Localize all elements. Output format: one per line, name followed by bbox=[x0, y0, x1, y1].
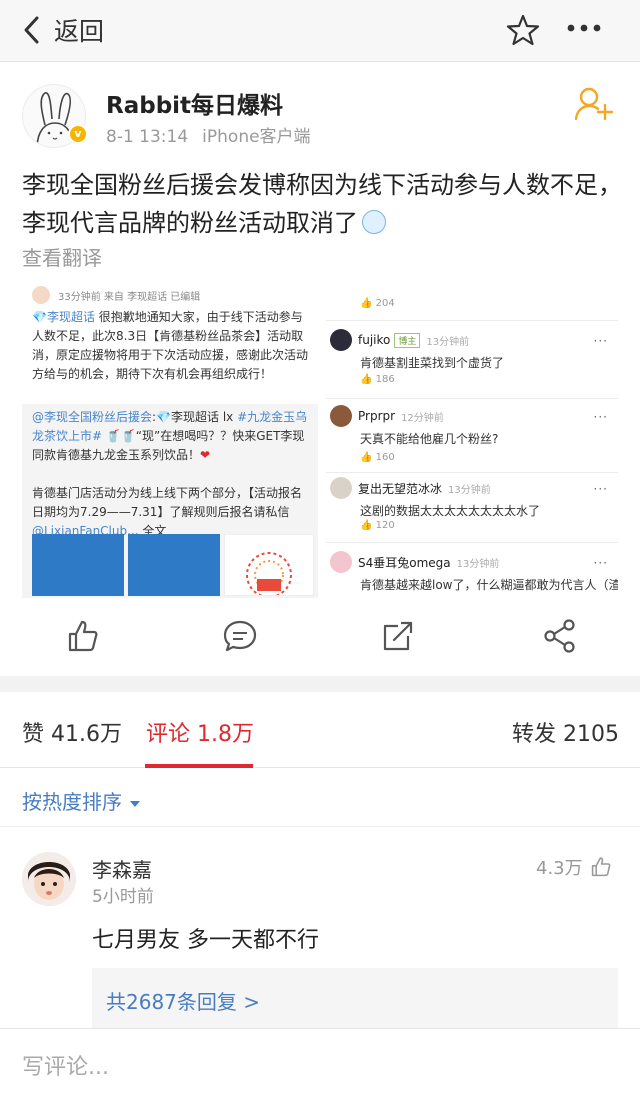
repost-icon[interactable] bbox=[378, 616, 418, 656]
commenter-name[interactable]: 李森嘉 bbox=[92, 854, 152, 883]
embedded-comment: S4垂耳兔omega 13分钟前 ··· 肯德基越来越low了，什么糊逼都敢为代言… bbox=[326, 551, 618, 598]
comment-text: 七月男友 多一天都不行 bbox=[92, 928, 319, 953]
author-tag: 博主 bbox=[394, 332, 421, 348]
comment-like-button[interactable]: 4.3万 bbox=[536, 854, 613, 880]
stats-tabs: 赞 41.6万 评论 1.8万 转发 2105 bbox=[0, 692, 640, 768]
view-replies-link[interactable]: 共2687条回复 > bbox=[106, 986, 260, 1015]
embedded-post-header: 33分钟前 来自 李现超话 已编辑 bbox=[32, 284, 312, 306]
embedded-comment: 复出无望范冰冰 13分钟前 ··· 这剧的数据太太太太太太太太水了 👍 120 bbox=[326, 477, 618, 540]
more-dots-icon: ··· bbox=[593, 482, 608, 496]
comment-composer: 写评论... bbox=[0, 1028, 640, 1100]
quote-mention: @李现全国粉丝后援会 bbox=[32, 410, 153, 424]
embedded-topic-tag: 💎李现超话 bbox=[32, 310, 95, 324]
embedded-comment: fujiko 博主 13分钟前 ··· 肯德基割韭菜找到个虚货了 👍 186 bbox=[326, 329, 618, 392]
thumbs-up-icon bbox=[591, 857, 611, 877]
post-action-bar bbox=[0, 600, 640, 674]
heart-icon: ❤ bbox=[200, 448, 211, 462]
doraemon-emoji-icon bbox=[362, 210, 386, 234]
comment-like-count: 4.3万 bbox=[536, 858, 583, 879]
comment-input[interactable]: 写评论... bbox=[22, 1049, 109, 1081]
commenter-avatar[interactable] bbox=[22, 852, 76, 906]
embedded-comments-panel: 👍 204 fujiko 博主 13分钟前 ··· 肯德基割韭菜找到个虚货了 👍 1… bbox=[326, 280, 618, 598]
post-body: 李现全国粉丝后援会发博称因为线下活动参与人数不足，李现代言品牌的粉丝活动取消了 bbox=[22, 171, 622, 237]
comment-icon[interactable] bbox=[220, 616, 260, 656]
more-dots-icon: ··· bbox=[593, 334, 608, 348]
translate-link[interactable]: 查看翻译 bbox=[22, 242, 102, 271]
post-text: 李现全国粉丝后援会发博称因为线下活动参与人数不足，李现代言品牌的粉丝活动取消了 bbox=[22, 166, 622, 242]
embedded-comment-avatar bbox=[330, 551, 352, 573]
add-follow-icon[interactable] bbox=[574, 86, 614, 122]
active-tab-indicator bbox=[145, 764, 253, 768]
quote-mid: :💎李现超话 lx bbox=[152, 410, 238, 424]
embedded-comment: Prprpr 12分钟前 ··· 天真不能给他雇几个粉丝? 👍 160 bbox=[326, 405, 618, 468]
embedded-comment-avatar bbox=[330, 477, 352, 499]
verified-badge-icon: v bbox=[68, 124, 88, 144]
post-date: 8-1 13:14 bbox=[106, 127, 189, 147]
divider bbox=[326, 472, 618, 473]
thumbs-up-icon[interactable] bbox=[62, 616, 102, 656]
tab-reposts[interactable]: 转发 2105 bbox=[512, 716, 619, 748]
quote-body2: 肯德基门店活动分为线上线下两个部分，【活动报名日期均为7.29——7.31】了解… bbox=[32, 486, 303, 519]
embedded-thumbnails bbox=[32, 534, 318, 598]
divider bbox=[0, 826, 640, 827]
section-gap bbox=[0, 676, 640, 692]
embedded-post-meta: 33分钟前 来自 李现超话 已编辑 bbox=[58, 291, 201, 303]
top-nav-bar: 返回 bbox=[0, 0, 640, 62]
replies-box: 共2687条回复 > bbox=[92, 968, 618, 1028]
embedded-thumbnail bbox=[224, 534, 314, 598]
back-label: 返回 bbox=[54, 17, 105, 46]
comment-time: 5小时前 bbox=[92, 887, 154, 907]
star-outline-icon[interactable] bbox=[506, 13, 540, 47]
more-dots-icon: ··· bbox=[593, 556, 608, 570]
embedded-post-body: 💎李现超话 很抱歉地通知大家，由于线下活动参与人数不足，此次8.3日【肯德基粉丝… bbox=[32, 308, 314, 384]
qr-graphic-icon bbox=[246, 552, 292, 598]
embedded-comment-avatar bbox=[330, 405, 352, 427]
post-meta: 8-1 13:14 iPhone客户端 bbox=[106, 122, 311, 147]
embedded-like-count: 👍 204 bbox=[360, 298, 395, 309]
divider bbox=[326, 542, 618, 543]
embedded-thumbnail bbox=[128, 534, 220, 596]
embedded-avatar bbox=[32, 286, 50, 304]
tab-likes[interactable]: 赞 41.6万 bbox=[22, 716, 122, 748]
post-client: iPhone客户端 bbox=[202, 127, 311, 147]
divider bbox=[326, 320, 618, 321]
more-dots-icon: ··· bbox=[593, 410, 608, 424]
more-dots-icon[interactable] bbox=[566, 20, 602, 36]
share-icon[interactable] bbox=[540, 616, 580, 656]
author-name[interactable]: Rabbit每日爆料 bbox=[106, 86, 283, 120]
child-avatar-icon bbox=[22, 852, 76, 906]
weibo-post-page: 返回 v Rabbit每日爆料 8-1 13:14 iPhone客户端 李现全国粉… bbox=[0, 0, 640, 1100]
tab-comments[interactable]: 评论 1.8万 bbox=[146, 716, 254, 748]
chevron-left-icon bbox=[24, 16, 39, 44]
back-button[interactable]: 返回 bbox=[22, 12, 104, 48]
embedded-left-post: 33分钟前 来自 李现超话 已编辑 💎李现超话 很抱歉地通知大家，由于线下活动参… bbox=[22, 280, 318, 598]
embedded-thumbnail bbox=[32, 534, 124, 596]
post-image[interactable]: 33分钟前 来自 李现超话 已编辑 💎李现超话 很抱歉地通知大家，由于线下活动参… bbox=[22, 280, 618, 598]
sort-dropdown[interactable]: 按热度排序 bbox=[22, 786, 140, 815]
embedded-quote-text: @李现全国粉丝后援会:💎李现超话 lx #九龙金玉乌龙茶饮上市# 🥤🥤“现”在想… bbox=[32, 408, 312, 541]
embedded-quoted-post: @李现全国粉丝后援会:💎李现超话 lx #九龙金玉乌龙茶饮上市# 🥤🥤“现”在想… bbox=[22, 404, 318, 598]
embedded-comment-avatar bbox=[330, 329, 352, 351]
caret-down-icon bbox=[130, 800, 140, 807]
divider bbox=[326, 398, 618, 399]
